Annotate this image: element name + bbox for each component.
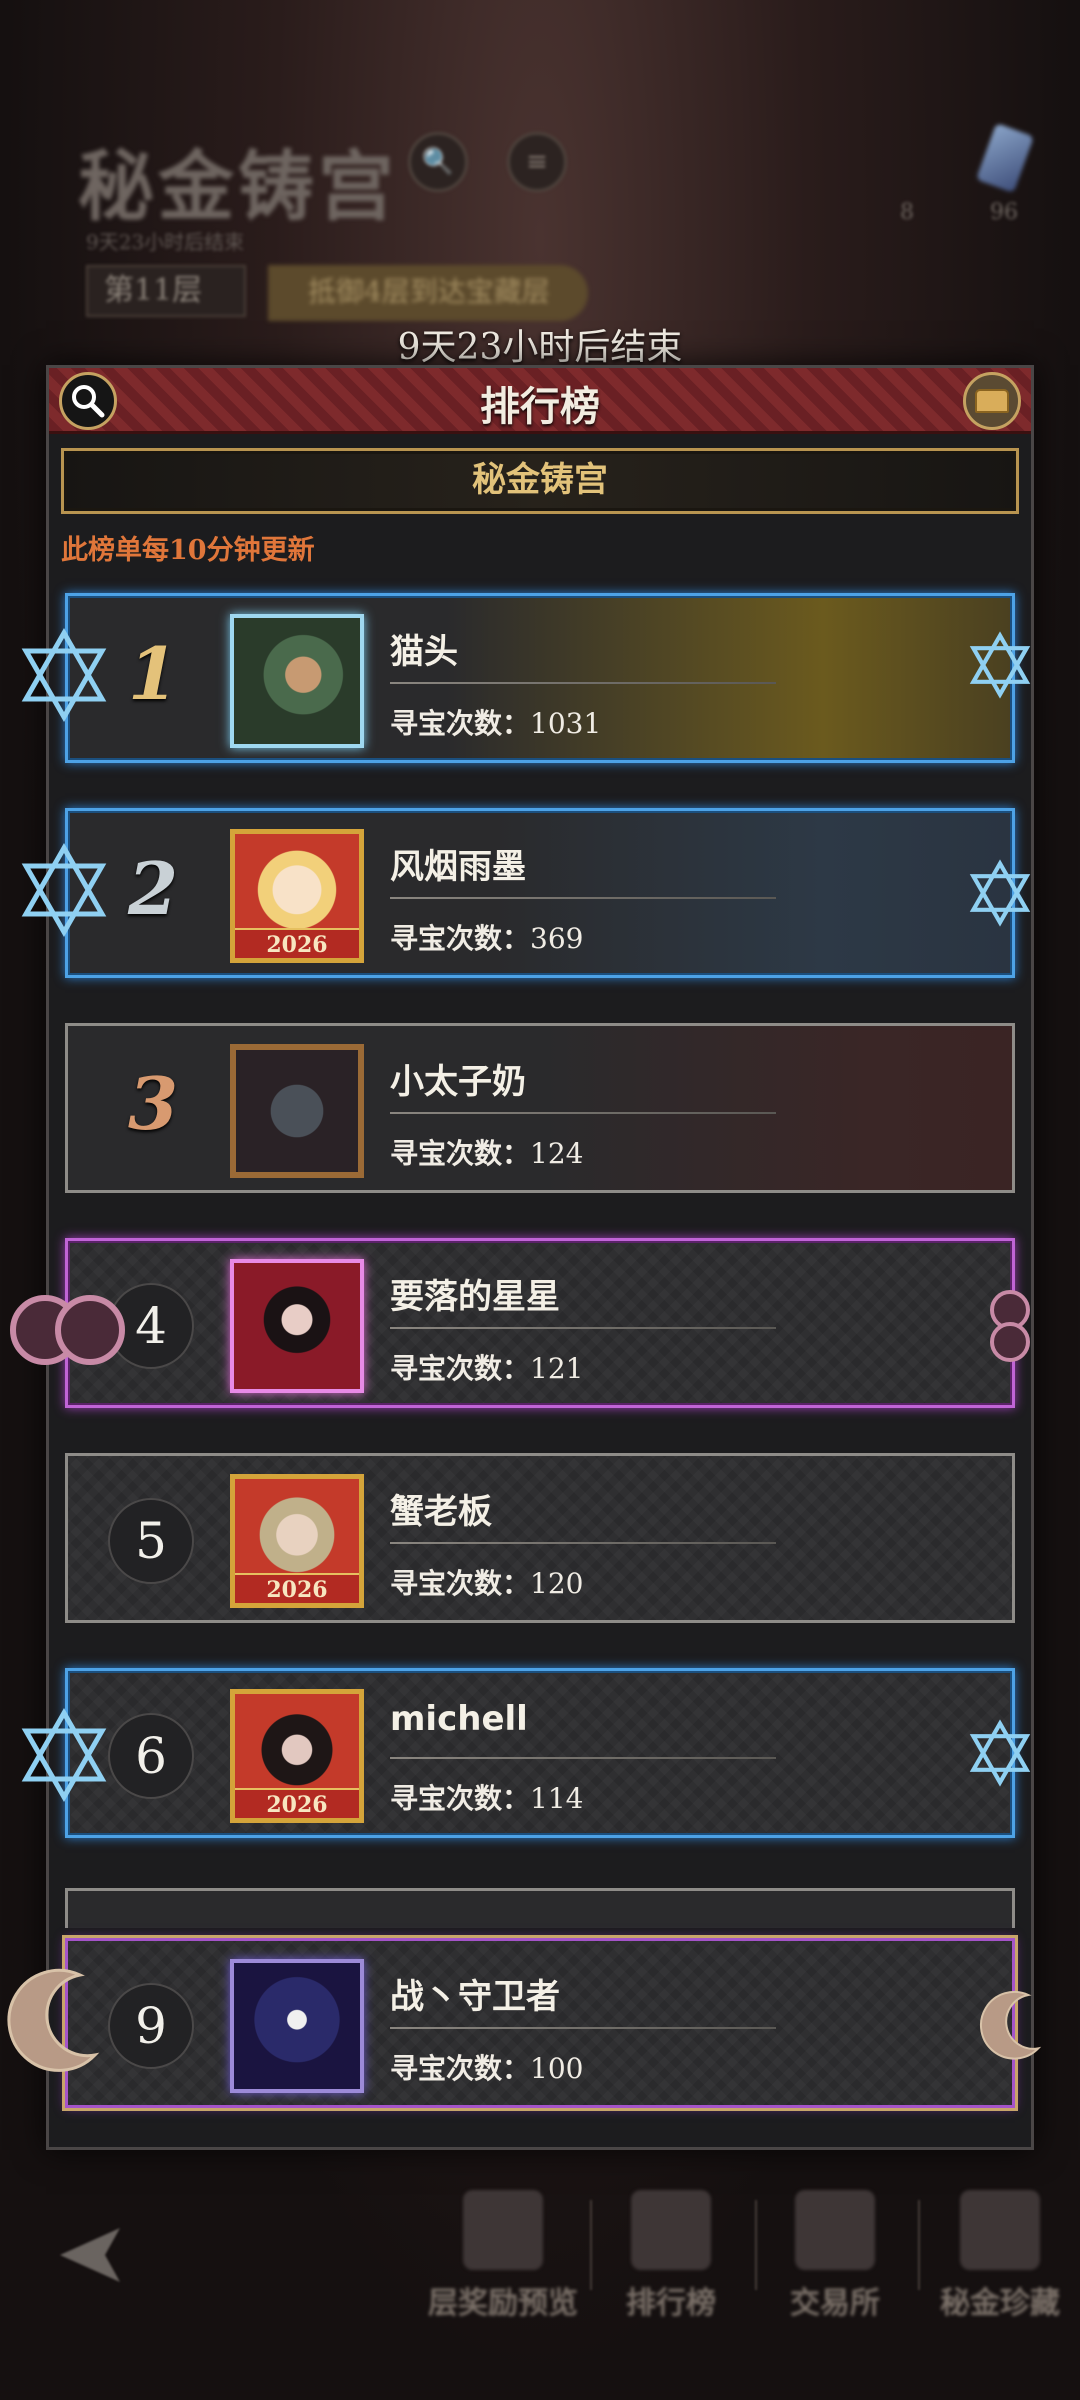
bg-menu-icon: ≡: [507, 132, 567, 192]
avatar: 2026: [230, 1474, 364, 1608]
nav-separator: [918, 2200, 920, 2290]
bg-subtitle: 9天23小时后结束: [86, 230, 245, 254]
star-frame-icon: [14, 1705, 114, 1805]
avatar: 2026: [230, 829, 364, 963]
player-name: 战丶守卫者: [390, 1977, 560, 2017]
rank-number: 3: [128, 1061, 179, 1146]
update-note: 此榜单每10分钟更新: [61, 535, 315, 566]
divider: [390, 682, 776, 684]
my-ranking-row[interactable]: 9 战丶守卫者 寻宝次数：100: [65, 1938, 1015, 2108]
star-frame-icon: [965, 630, 1035, 700]
bg-num-right: 96: [990, 200, 1018, 225]
treasure-count: 寻宝次数：124: [390, 1137, 584, 1170]
rank-number: 6: [108, 1713, 194, 1799]
star-frame-icon: [965, 858, 1035, 928]
ranking-row-4[interactable]: 4 要落的星星 寻宝次数：121: [65, 1238, 1015, 1408]
treasure-count: 寻宝次数：1031: [390, 707, 602, 740]
rank-number: 1: [128, 631, 179, 716]
avatar: [230, 1959, 364, 2093]
year-badge: 2026: [235, 928, 359, 958]
year-badge: 2026: [235, 1573, 359, 1603]
bg-num-left: 8: [900, 200, 914, 225]
ring-frame-icon: [990, 1322, 1030, 1362]
avatar: 2026: [230, 1689, 364, 1823]
partial-row-hidden: [65, 1888, 1015, 1928]
nav-exchange[interactable]: 交易所: [760, 2190, 910, 2322]
ranking-row-6[interactable]: 6 2026 michell 寻宝次数：114: [65, 1668, 1015, 1838]
bg-search-icon: 🔍: [408, 132, 468, 192]
avatar: [230, 614, 364, 748]
nav-collection[interactable]: 秘金珍藏: [925, 2190, 1075, 2322]
divider: [390, 1757, 776, 1759]
nav-separator: [755, 2200, 757, 2290]
bottom-nav: 层奖励预览 排行榜 交易所 秘金珍藏: [0, 2190, 1080, 2330]
divider: [390, 2027, 776, 2029]
nav-separator: [590, 2200, 592, 2290]
panel-header: 排行榜: [49, 368, 1031, 434]
leaderboard-panel: 排行榜 秘金铸宫 此榜单每10分钟更新 1 猫头 寻宝次数：1031 2 202…: [46, 365, 1034, 2150]
treasure-count: 寻宝次数：121: [390, 1352, 584, 1385]
treasure-count: 寻宝次数：120: [390, 1567, 584, 1600]
player-name: 蟹老板: [390, 1492, 492, 1532]
divider: [390, 1112, 776, 1114]
star-frame-icon: [14, 625, 114, 725]
countdown-text: 9天23小时后结束: [397, 327, 683, 368]
treasure-count: 寻宝次数：369: [390, 922, 584, 955]
bg-title: 秘金铸宫: [78, 142, 398, 231]
avatar: [230, 1259, 364, 1393]
treasure-count: 寻宝次数：100: [390, 2052, 584, 2085]
trophy-icon: [631, 2190, 711, 2270]
rank-number: 2: [128, 846, 179, 931]
divider: [390, 1542, 776, 1544]
bg-banner: 抵御4层到达宝藏层: [268, 265, 588, 321]
chest-icon: [975, 389, 1009, 413]
player-name: 猫头: [390, 632, 458, 672]
player-name: 小太子奶: [390, 1062, 526, 1102]
moon-frame-icon: [975, 1985, 1055, 2065]
rank-number: 9: [108, 1983, 194, 2069]
ring-frame-icon: [55, 1295, 125, 1365]
ranking-row-3[interactable]: 3 小太子奶 寻宝次数：124: [65, 1023, 1015, 1193]
divider: [390, 1327, 776, 1329]
nav-reward-preview[interactable]: 层奖励预览: [428, 2190, 578, 2322]
bg-floor: 第11层: [86, 265, 246, 317]
star-frame-icon: [965, 1718, 1035, 1788]
panel-title: 排行榜: [480, 383, 600, 430]
player-name: 要落的星星: [390, 1277, 560, 1317]
star-frame-icon: [14, 840, 114, 940]
nav-leaderboard[interactable]: 排行榜: [596, 2190, 746, 2322]
ranking-row-1[interactable]: 1 猫头 寻宝次数：1031: [65, 593, 1015, 763]
moon-frame-icon: [0, 1960, 120, 2080]
event-name-banner: 秘金铸宫: [61, 448, 1019, 514]
reward-chest-button[interactable]: [963, 372, 1021, 430]
divider: [390, 897, 776, 899]
reward-icon: [463, 2190, 543, 2270]
player-name: michell: [390, 1699, 528, 1739]
ranking-row-2[interactable]: 2 2026 风烟雨墨 寻宝次数：369: [65, 808, 1015, 978]
collection-icon: [960, 2190, 1040, 2270]
player-name: 风烟雨墨: [390, 847, 526, 887]
exchange-icon: [795, 2190, 875, 2270]
year-badge: 2026: [235, 1788, 359, 1818]
rank-number: 5: [108, 1498, 194, 1584]
treasure-count: 寻宝次数：114: [390, 1782, 584, 1815]
avatar: [230, 1044, 364, 1178]
gem-icon: [975, 122, 1035, 194]
ranking-row-5[interactable]: 5 2026 蟹老板 寻宝次数：120: [65, 1453, 1015, 1623]
